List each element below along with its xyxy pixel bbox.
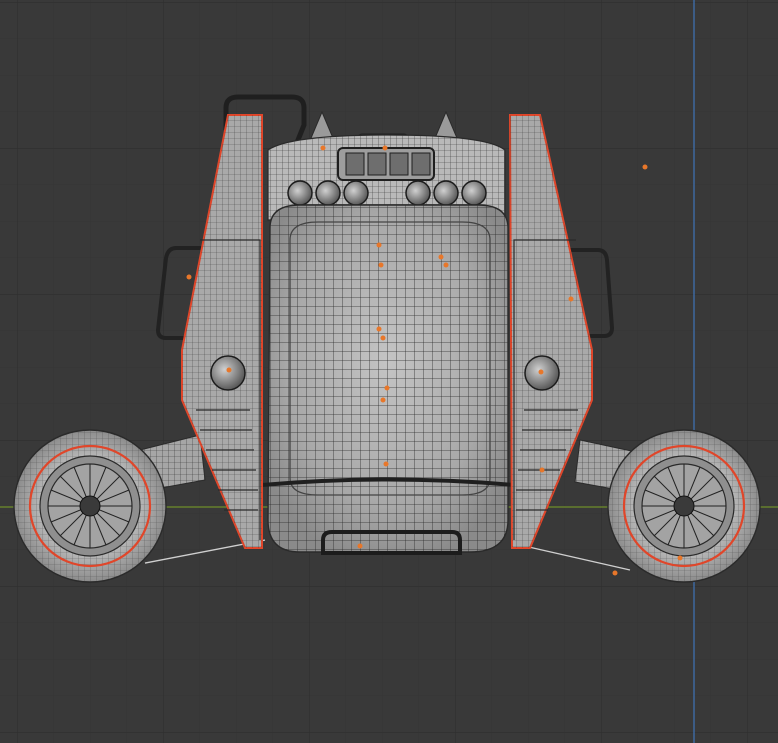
lamp-2: [315, 180, 341, 206]
lamp-6: [461, 180, 487, 206]
backpack-body[interactable]: [261, 204, 515, 553]
3d-viewport[interactable]: [0, 0, 778, 743]
lamp-3: [343, 180, 369, 206]
right-thruster[interactable]: [607, 429, 761, 583]
left-thruster[interactable]: [13, 429, 167, 583]
control-panel[interactable]: [337, 147, 435, 181]
lamp-4: [405, 180, 431, 206]
lamp-1: [287, 180, 313, 206]
left-wing-lamp: [210, 355, 246, 391]
lamp-5: [433, 180, 459, 206]
